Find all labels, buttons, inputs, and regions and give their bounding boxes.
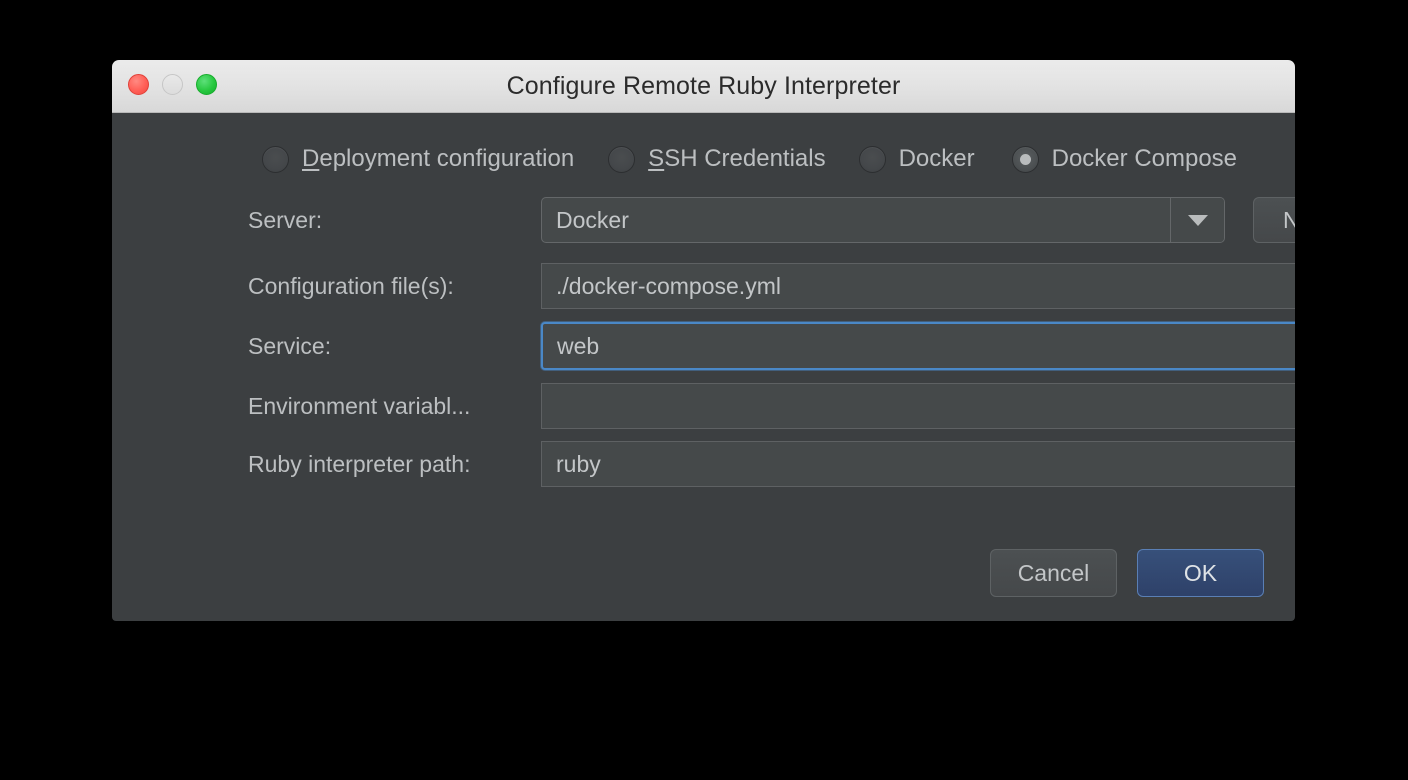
ruby-interpreter-path-row: Ruby interpreter path: ruby [112,441,1295,487]
window-title: Configure Remote Ruby Interpreter [506,72,901,100]
environment-variables-input[interactable] [541,383,1295,429]
radio-label-deployment-configuration: Deployment configuration [302,145,575,172]
ruby-interpreter-path-label: Ruby interpreter path: [248,451,471,477]
service-value: web [557,332,600,359]
new-server-button[interactable]: New... [1253,197,1295,243]
service-row: Service: web [112,322,1295,370]
window-titlebar: Configure Remote Ruby Interpreter [112,60,1295,113]
radio-docker[interactable]: Docker [858,145,975,173]
configuration-files-row: Configuration file(s): ./docker-compose.… [112,263,1295,309]
cancel-button[interactable]: Cancel [990,549,1117,597]
radio-label-ssh-credentials: SSH Credentials [648,145,826,172]
configure-remote-ruby-interpreter-dialog: Configure Remote Ruby Interpreter Deploy… [112,60,1295,621]
chevron-down-icon[interactable] [1170,198,1224,242]
radio-deployment-configuration[interactable]: Deployment configuration [262,145,574,173]
environment-variables-label: Environment variabl... [248,393,471,419]
radio-docker-compose[interactable]: Docker Compose [1011,145,1238,173]
service-label: Service: [248,333,332,359]
dialog-footer-buttons: Cancel OK [990,549,1264,597]
configuration-files-input[interactable]: ./docker-compose.yml [541,263,1295,309]
new-server-label: New... [1283,206,1295,233]
server-value: Docker [556,206,629,233]
ruby-interpreter-path-input[interactable]: ruby [541,441,1295,487]
interpreter-type-radio-group: Deployment configuration SSH Credentials… [112,137,1237,181]
radio-circle-selected-icon [1011,145,1039,173]
service-combobox[interactable]: web [541,322,1295,370]
ok-button[interactable]: OK [1137,549,1264,597]
ok-button-label: OK [1183,559,1218,586]
radio-circle-icon [608,145,636,173]
server-row: Server: Docker New... [112,197,1295,243]
radio-circle-icon [262,145,289,173]
server-combobox[interactable]: Docker [541,197,1225,243]
dialog-body: Deployment configuration SSH Credentials… [112,113,1295,621]
radio-label-docker-compose: Docker Compose [1051,145,1238,172]
environment-variables-row: Environment variabl... [112,383,1295,429]
configuration-files-label: Configuration file(s): [248,273,454,299]
radio-circle-icon [858,145,886,173]
radio-label-docker: Docker [898,145,975,172]
server-label: Server: [248,207,323,233]
radio-ssh-credentials[interactable]: SSH Credentials [608,145,826,173]
cancel-button-label: Cancel [1017,559,1090,586]
